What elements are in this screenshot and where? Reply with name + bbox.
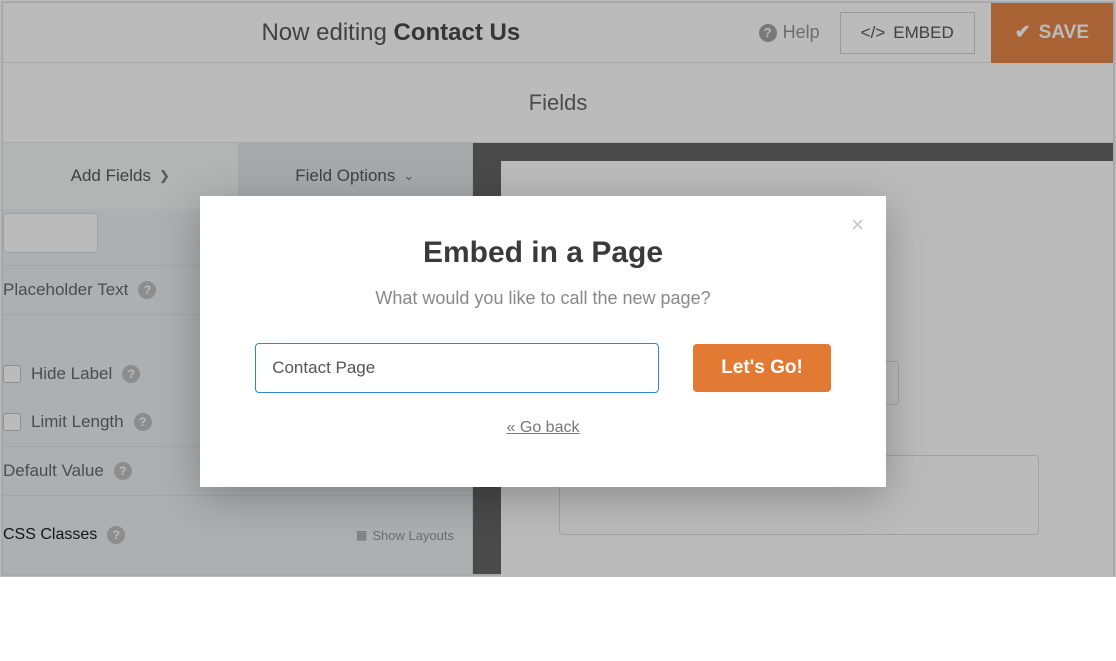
go-back-link[interactable]: « Go back bbox=[507, 419, 580, 437]
embed-modal: × Embed in a Page What would you like to… bbox=[200, 196, 886, 487]
modal-subtitle: What would you like to call the new page… bbox=[250, 288, 836, 309]
modal-form-row: Let's Go! bbox=[250, 343, 836, 393]
modal-title: Embed in a Page bbox=[250, 236, 836, 270]
page-name-input[interactable] bbox=[255, 343, 659, 393]
close-icon: × bbox=[851, 212, 864, 237]
lets-go-button[interactable]: Let's Go! bbox=[693, 344, 831, 392]
close-button[interactable]: × bbox=[851, 214, 864, 236]
